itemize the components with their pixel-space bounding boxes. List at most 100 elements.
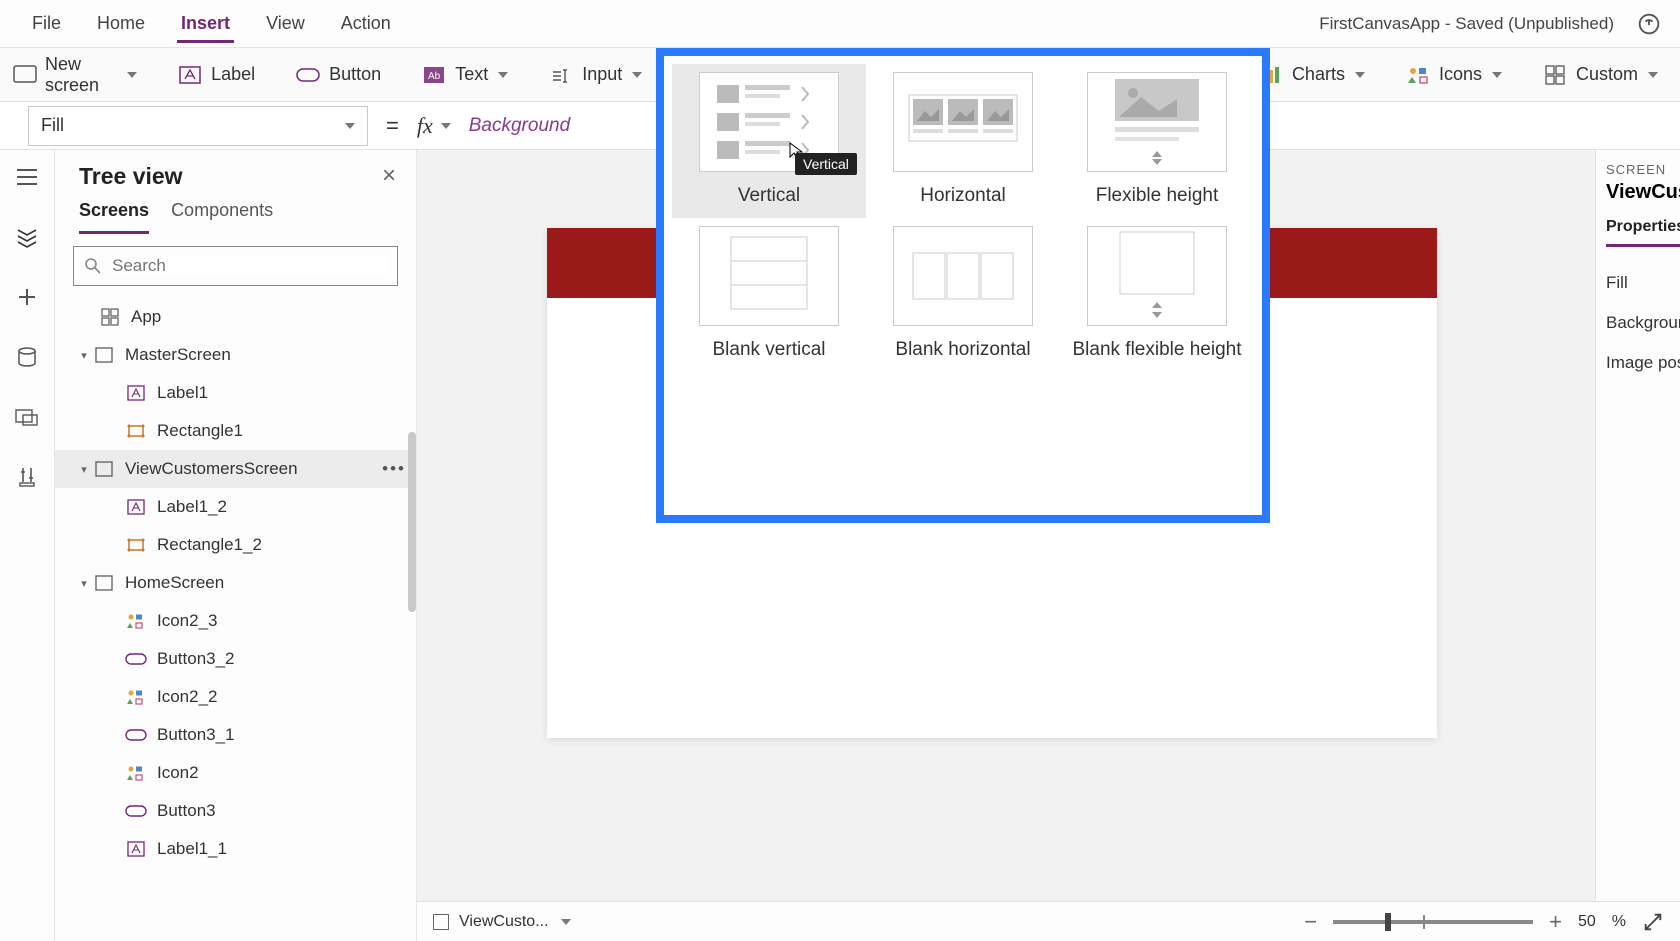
menu-view[interactable]: View <box>248 5 323 42</box>
tree-node-label1[interactable]: Label1 <box>55 374 416 412</box>
tree-node-rectangle1_2[interactable]: Rectangle1_2 <box>55 526 416 564</box>
fx-label: fx <box>417 113 433 139</box>
fit-to-screen-icon[interactable] <box>1642 911 1664 933</box>
gallery-option-blank-vertical[interactable]: Blank vertical <box>672 218 866 372</box>
gallery-option-flexible-height[interactable]: Flexible height <box>1060 64 1254 218</box>
tree-node-viewcustomersscreen[interactable]: ▾ViewCustomersScreen••• <box>55 450 416 488</box>
expand-icon[interactable]: ▾ <box>75 577 93 590</box>
chevron-down-icon <box>1648 72 1658 78</box>
selection-name[interactable]: ViewCusto... <box>459 913 549 931</box>
chevron-down-icon <box>441 123 451 129</box>
tree-node-masterscreen[interactable]: ▾MasterScreen <box>55 336 416 374</box>
hamburger-icon[interactable] <box>12 162 42 192</box>
selected-control-name: ViewCusto <box>1606 181 1680 204</box>
scrollbar[interactable] <box>408 432 416 612</box>
tree-node-homescreen[interactable]: ▾HomeScreen <box>55 564 416 602</box>
text-button[interactable]: Ab Text <box>413 56 516 94</box>
menu-file[interactable]: File <box>14 5 79 42</box>
icons-button[interactable]: Icons <box>1397 56 1510 94</box>
tree-view-icon[interactable] <box>12 222 42 252</box>
gallery-option-blank-flexible-height[interactable]: Blank flexible height <box>1060 218 1254 372</box>
tree-search-input[interactable] <box>112 256 387 276</box>
icons-label: Icons <box>1439 64 1482 85</box>
button-icon <box>125 724 147 746</box>
property-selector[interactable]: Fill <box>28 106 368 146</box>
rect-icon <box>125 534 147 556</box>
svg-text:Ab: Ab <box>428 71 441 82</box>
formula-input[interactable]: Background <box>469 115 570 137</box>
icons-icon <box>125 610 147 632</box>
gallery-thumb: Vertical <box>699 72 839 172</box>
label-button[interactable]: Label <box>169 56 263 94</box>
prop-background[interactable]: Background <box>1606 303 1680 343</box>
gallery-option-horizontal[interactable]: Horizontal <box>866 64 1060 218</box>
tree-node-button3_2[interactable]: Button3_2 <box>55 640 416 678</box>
button-icon <box>125 648 147 670</box>
custom-button[interactable]: Custom <box>1534 56 1666 94</box>
tree-node-label: Label1 <box>157 383 208 403</box>
zoom-pct: % <box>1612 913 1626 931</box>
more-icon[interactable]: ••• <box>382 459 406 479</box>
menu-home[interactable]: Home <box>79 5 163 42</box>
expand-icon[interactable]: ▾ <box>75 349 93 362</box>
label-label: Label <box>211 64 255 85</box>
data-icon[interactable] <box>12 342 42 372</box>
zoom-value: 50 <box>1578 913 1596 931</box>
chevron-down-icon <box>1492 72 1502 78</box>
tree-view-panel: Tree view × Screens Components App▾Maste… <box>55 150 417 941</box>
zoom-out-button[interactable]: − <box>1304 909 1317 935</box>
gallery-option-vertical[interactable]: VerticalVertical <box>672 64 866 218</box>
rect-icon <box>125 420 147 442</box>
gallery-thumb <box>699 226 839 326</box>
button-button[interactable]: Button <box>287 56 389 94</box>
chevron-down-icon <box>632 72 642 78</box>
tree-node-label: Label1_2 <box>157 497 227 517</box>
menu-insert[interactable]: Insert <box>163 5 248 42</box>
gallery-thumb <box>1087 226 1227 326</box>
prop-image-position[interactable]: Image posit <box>1606 343 1680 383</box>
screen-icon <box>93 344 115 366</box>
menu-action[interactable]: Action <box>323 5 409 42</box>
tab-screens[interactable]: Screens <box>79 200 149 234</box>
tab-components[interactable]: Components <box>171 200 273 234</box>
tree-node-label1_2[interactable]: Label1_2 <box>55 488 416 526</box>
tree-node-app[interactable]: App <box>55 298 416 336</box>
tree-node-label: Icon2_3 <box>157 611 218 631</box>
tree-node-label: App <box>131 307 161 327</box>
tree-node-label: Icon2_2 <box>157 687 218 707</box>
tree-node-label: Button3 <box>157 801 216 821</box>
tree-search[interactable] <box>73 246 398 286</box>
tree-node-button3[interactable]: Button3 <box>55 792 416 830</box>
equals-sign: = <box>386 113 399 139</box>
chevron-down-icon[interactable] <box>561 919 571 925</box>
screen-icon <box>93 572 115 594</box>
prop-fill[interactable]: Fill <box>1606 263 1680 303</box>
tree-node-label: Label1_1 <box>157 839 227 859</box>
screen-icon <box>13 62 37 88</box>
close-panel-icon[interactable]: × <box>382 162 396 190</box>
tree-node-button3_1[interactable]: Button3_1 <box>55 716 416 754</box>
tree-node-label1_1[interactable]: Label1_1 <box>55 830 416 868</box>
tree-node-icon2_3[interactable]: Icon2_3 <box>55 602 416 640</box>
zoom-in-button[interactable]: + <box>1549 909 1562 935</box>
input-label: Input <box>582 64 622 85</box>
icons-icon <box>125 686 147 708</box>
gallery-option-blank-horizontal[interactable]: Blank horizontal <box>866 218 1060 372</box>
advanced-tools-icon[interactable] <box>12 462 42 492</box>
tree-node-rectangle1[interactable]: Rectangle1 <box>55 412 416 450</box>
chevron-down-icon <box>1355 72 1365 78</box>
tree-node-icon2[interactable]: Icon2 <box>55 754 416 792</box>
icons-icon <box>1405 62 1431 88</box>
properties-tab[interactable]: Properties <box>1606 218 1680 247</box>
tree-node-label: Icon2 <box>157 763 199 783</box>
expand-icon[interactable]: ▾ <box>75 463 93 476</box>
new-screen-button[interactable]: New screen <box>5 48 145 102</box>
app-checker-icon[interactable] <box>1632 7 1666 41</box>
zoom-slider[interactable] <box>1333 920 1533 924</box>
input-button[interactable]: Input <box>540 56 650 94</box>
add-icon[interactable] <box>12 282 42 312</box>
status-bar: ViewCusto... − + 50 % <box>417 901 1680 941</box>
tree-node-icon2_2[interactable]: Icon2_2 <box>55 678 416 716</box>
icons-icon <box>125 762 147 784</box>
media-panel-icon[interactable] <box>12 402 42 432</box>
